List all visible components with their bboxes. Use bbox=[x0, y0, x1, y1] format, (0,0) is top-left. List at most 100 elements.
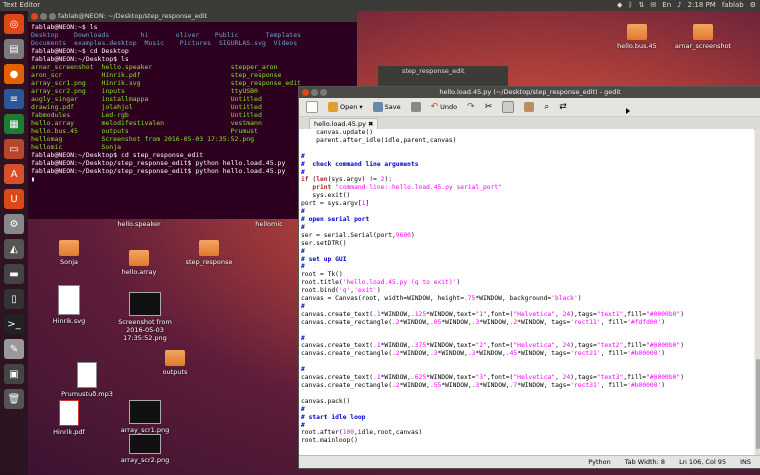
calc-icon[interactable]: ▦ bbox=[4, 114, 24, 134]
desktop-icon[interactable]: Prumustuð.mp3 bbox=[52, 362, 122, 398]
settings-icon[interactable]: ⚙ bbox=[4, 214, 24, 234]
copy-icon bbox=[502, 101, 515, 113]
new-button[interactable] bbox=[303, 100, 321, 114]
clock[interactable]: 2:18 PM bbox=[688, 1, 716, 9]
save-button[interactable]: Save bbox=[370, 101, 404, 113]
ubuntu-icon[interactable]: ◎ bbox=[4, 14, 24, 34]
terminal-line: aron_scr Hinrik.pdf step_response bbox=[31, 71, 282, 79]
close-icon[interactable] bbox=[31, 13, 38, 20]
gedit-title: hello.load.45.py (~/Desktop/step_respons… bbox=[439, 88, 621, 96]
minimize-icon[interactable] bbox=[40, 13, 47, 20]
user-name[interactable]: fablab bbox=[722, 1, 744, 9]
replace-button[interactable]: ⇄ bbox=[556, 101, 570, 113]
redo-button[interactable]: ↷ bbox=[464, 101, 478, 113]
drive-icon[interactable]: ▬ bbox=[4, 264, 24, 284]
trash-icon[interactable]: 🗑 bbox=[4, 389, 24, 409]
keyboard-icon[interactable]: En bbox=[662, 1, 671, 9]
desktop-icon[interactable]: Hinrik.svg bbox=[34, 285, 104, 325]
insert-mode: INS bbox=[740, 458, 751, 466]
paste-icon bbox=[524, 102, 535, 112]
system-tray: ◆ ᛒ ⇅ ✉ En ♪ 2:18 PM fablab ⚙ bbox=[617, 1, 756, 9]
image-file-icon bbox=[129, 434, 161, 454]
app-title: Text Editor bbox=[3, 1, 41, 9]
gedit-titlebar[interactable]: hello.load.45.py (~/Desktop/step_respons… bbox=[299, 87, 760, 98]
bluetooth-icon[interactable]: ᛒ bbox=[628, 1, 632, 9]
image-file-icon bbox=[129, 400, 161, 424]
status-bar: Python Tab Width: 8 Ln 106, Col 95 INS bbox=[299, 455, 760, 468]
volume-icon[interactable]: ♪ bbox=[677, 1, 681, 9]
firefox-icon[interactable]: ● bbox=[4, 64, 24, 84]
workspace-icon[interactable]: ▣ bbox=[4, 364, 24, 384]
terminal-line: fablab@NEON:~/Desktop/step_response_edit… bbox=[31, 167, 286, 175]
cursor-position: Ln 106, Col 95 bbox=[679, 458, 727, 466]
desktop-icon[interactable]: Hinrik.pdf bbox=[34, 400, 104, 436]
folder-icon bbox=[328, 102, 338, 112]
replace-icon: ⇄ bbox=[559, 102, 567, 112]
dropbox-icon[interactable]: ◆ bbox=[617, 1, 622, 9]
open-button[interactable]: Open ▾ bbox=[325, 101, 366, 113]
terminal-line: fablab@NEON:~$ ls bbox=[31, 23, 98, 31]
terminal-line: fablab@NEON:~/Desktop$ cd step_response_… bbox=[31, 151, 204, 159]
new-file-icon bbox=[306, 101, 318, 113]
chevron-down-icon[interactable]: ▾ bbox=[359, 103, 362, 111]
window-title: step_response_edit bbox=[402, 67, 465, 75]
gedit-window[interactable]: hello.load.45.py (~/Desktop/step_respons… bbox=[298, 86, 760, 469]
close-icon[interactable] bbox=[302, 89, 309, 96]
tab-width-selector[interactable]: Tab Width: 8 bbox=[625, 458, 665, 466]
code-editor[interactable]: canvas.update() parent.after_idle(idle,p… bbox=[299, 129, 754, 455]
find-button[interactable]: ⌕ bbox=[541, 101, 552, 113]
desktop-icon[interactable]: outputs bbox=[140, 350, 210, 376]
terminal-icon[interactable]: >_ bbox=[4, 314, 24, 334]
usb-icon[interactable]: ▯ bbox=[4, 289, 24, 309]
terminal-line: augly_singar installmappa Untitled bbox=[31, 95, 262, 103]
desktop-icon[interactable]: step_response bbox=[174, 240, 244, 266]
maximize-icon[interactable] bbox=[320, 89, 327, 96]
print-button[interactable] bbox=[408, 101, 424, 113]
folder-icon bbox=[129, 250, 149, 266]
search-icon: ⌕ bbox=[544, 102, 550, 112]
terminal-line: hellomag Screenshot from 2016-05-03 17:3… bbox=[31, 135, 255, 143]
terminal-line: hello.array melodifestivalen vestmann bbox=[31, 119, 262, 127]
desktop-icon[interactable]: hello.array bbox=[104, 250, 174, 276]
writer-icon[interactable]: ≡ bbox=[4, 89, 24, 109]
impress-icon[interactable]: ▭ bbox=[4, 139, 24, 159]
paste-button[interactable] bbox=[521, 101, 537, 113]
language-selector[interactable]: Python bbox=[588, 458, 611, 466]
scrollbar-thumb[interactable] bbox=[756, 359, 760, 449]
desktop-icon[interactable]: arnar_screenshot bbox=[668, 24, 738, 50]
desktop-icon[interactable]: Sonja bbox=[34, 240, 104, 266]
gear-icon[interactable]: ⚙ bbox=[750, 1, 756, 9]
vertical-scrollbar[interactable] bbox=[755, 129, 760, 455]
copy-button[interactable] bbox=[499, 100, 517, 114]
mail-icon[interactable]: ✉ bbox=[650, 1, 656, 9]
desktop-icon[interactable]: array_scr2.png bbox=[110, 434, 180, 464]
folder-icon bbox=[627, 24, 647, 40]
inkscape-icon[interactable]: ◭ bbox=[4, 239, 24, 259]
terminal-line: hello.bus.45 outputs Prumust bbox=[31, 127, 258, 135]
pdf-file-icon bbox=[59, 400, 79, 426]
ubuntu-one-icon[interactable]: U bbox=[4, 189, 24, 209]
software-center-icon[interactable]: A bbox=[4, 164, 24, 184]
terminal-titlebar[interactable]: fablab@NEON: ~/Desktop/step_response_edi… bbox=[28, 11, 357, 22]
desktop-icon[interactable]: Screenshot from 2016-05-03 17:35:52.png bbox=[110, 292, 180, 342]
cut-button[interactable]: ✂ bbox=[482, 101, 496, 113]
desktop-icon[interactable]: hello.bus.45 bbox=[602, 24, 672, 50]
terminal-line: array_scr1.png Hinrik.svg step_response_… bbox=[31, 79, 302, 87]
undo-button[interactable]: ↶ Undo bbox=[428, 101, 461, 113]
text-editor-icon[interactable]: ✎ bbox=[4, 339, 24, 359]
terminal-line: fablab@NEON:~/Desktop/step_response_edit… bbox=[31, 159, 286, 167]
launcher: ◎ ▤ ● ≡ ▦ ▭ A U ⚙ ◭ ▬ ▯ >_ ✎ ▣ 🗑 bbox=[0, 11, 28, 475]
undo-icon: ↶ bbox=[430, 102, 439, 112]
desktop-icon[interactable]: array_scr1.png bbox=[110, 400, 180, 434]
terminal-line: Desktop Downloads hi oliver Public Templ… bbox=[31, 31, 302, 39]
cut-icon: ✂ bbox=[484, 102, 493, 112]
audio-file-icon bbox=[77, 362, 97, 388]
folder-icon bbox=[165, 350, 185, 366]
minimize-icon[interactable] bbox=[311, 89, 318, 96]
terminal-line: fablab@NEON:~/Desktop$ ls bbox=[31, 55, 129, 63]
close-icon[interactable]: ✖ bbox=[368, 120, 373, 128]
maximize-icon[interactable] bbox=[49, 13, 56, 20]
network-icon[interactable]: ⇅ bbox=[639, 1, 645, 9]
terminal-line: drawing.pdf jolahjol Untitled bbox=[31, 103, 262, 111]
files-icon[interactable]: ▤ bbox=[4, 39, 24, 59]
